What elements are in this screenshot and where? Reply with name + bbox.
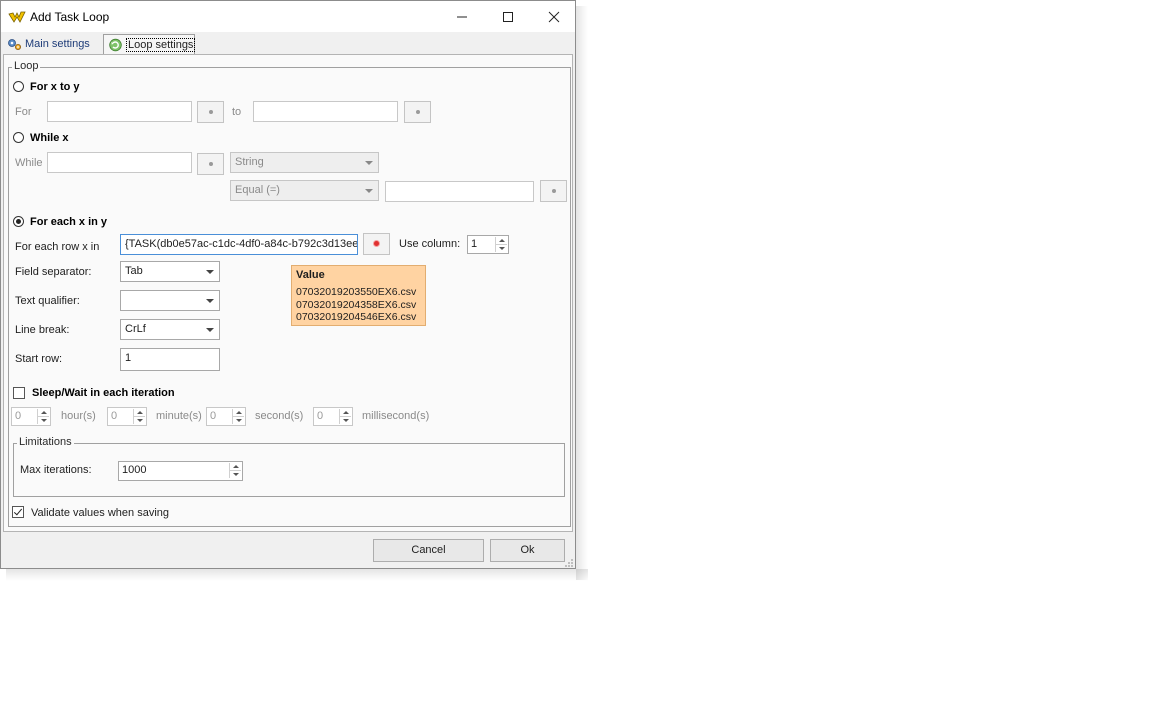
- sleep-label: Sleep/Wait in each iteration: [32, 387, 175, 399]
- line-break-select[interactable]: CrLf: [120, 319, 220, 340]
- while-label: While: [15, 157, 43, 169]
- hours-value: 0: [15, 410, 22, 422]
- text-qualifier-label: Text qualifier:: [15, 295, 80, 307]
- while-input[interactable]: [47, 152, 192, 173]
- value-preview-header: Value: [296, 269, 325, 281]
- cancel-button[interactable]: Cancel: [373, 539, 484, 562]
- for-each-radio[interactable]: [13, 216, 24, 227]
- milliseconds-value: 0: [317, 410, 324, 422]
- while-operator-select[interactable]: Equal (=): [230, 180, 379, 201]
- maximize-button[interactable]: [485, 1, 531, 32]
- value-preview-row: 07032019204358EX6.csv: [296, 299, 417, 311]
- hours-stepper[interactable]: 0: [11, 407, 51, 426]
- resize-grip-icon[interactable]: [564, 558, 574, 568]
- while-type-value: String: [235, 156, 264, 168]
- stepper-arrows-icon[interactable]: [232, 409, 244, 424]
- window-title: Add Task Loop: [30, 10, 110, 24]
- for-each-label: For each x in y: [30, 216, 108, 228]
- seconds-value: 0: [210, 410, 217, 422]
- while-x-label: While x: [30, 132, 69, 144]
- for-x-to-y-radio[interactable]: [13, 81, 24, 92]
- app-logo-icon: [8, 11, 26, 23]
- for-variable-button[interactable]: [197, 101, 224, 123]
- minutes-value: 0: [111, 410, 118, 422]
- chevron-down-icon: [365, 189, 373, 193]
- to-label: to: [232, 106, 242, 118]
- minimize-button[interactable]: [439, 1, 485, 32]
- ok-button[interactable]: Ok: [490, 539, 565, 562]
- while-x-radio[interactable]: [13, 132, 24, 143]
- while-compare-input[interactable]: [385, 181, 534, 202]
- validate-label: Validate values when saving: [31, 507, 169, 519]
- window-shadow-bottom: [6, 569, 588, 581]
- chevron-down-icon: [206, 299, 214, 303]
- chevron-down-icon: [365, 161, 373, 165]
- validate-checkbox[interactable]: [12, 506, 24, 518]
- field-separator-select[interactable]: Tab: [120, 261, 220, 282]
- gear-settings-icon: [8, 39, 21, 50]
- milliseconds-label: millisecond(s): [362, 410, 430, 422]
- seconds-label: second(s): [255, 410, 304, 422]
- stepper-arrows-icon[interactable]: [37, 409, 49, 424]
- text-qualifier-select[interactable]: [120, 290, 220, 311]
- while-compare-variable-button[interactable]: [540, 180, 567, 202]
- for-each-variable-button[interactable]: [363, 233, 390, 255]
- while-operator-value: Equal (=): [235, 184, 280, 196]
- loop-icon: [109, 38, 122, 52]
- tab-strip: Main settings Loop settings: [1, 32, 575, 55]
- maximize-icon: [503, 12, 513, 22]
- seconds-stepper[interactable]: 0: [206, 407, 246, 426]
- to-input[interactable]: [253, 101, 398, 122]
- max-iterations-label: Max iterations:: [20, 464, 92, 476]
- window-shadow-right: [576, 6, 588, 580]
- value-preview-row: 07032019204546EX6.csv: [296, 311, 417, 323]
- use-column-stepper[interactable]: 1: [467, 235, 509, 254]
- use-column-label: Use column:: [399, 238, 461, 250]
- hours-label: hour(s): [61, 410, 96, 422]
- line-break-label: Line break:: [15, 324, 70, 336]
- sleep-checkbox[interactable]: [13, 387, 25, 399]
- to-variable-button[interactable]: [404, 101, 431, 123]
- chevron-down-icon: [206, 328, 214, 332]
- while-variable-button[interactable]: [197, 153, 224, 175]
- limitations-groupbox: [13, 443, 565, 497]
- loop-group-legend: Loop: [12, 60, 41, 72]
- stepper-arrows-icon[interactable]: [495, 237, 507, 252]
- milliseconds-stepper[interactable]: 0: [313, 407, 353, 426]
- max-iterations-value: 1000: [122, 464, 147, 476]
- for-label: For: [15, 106, 32, 118]
- dialog-window: Add Task Loop Main settings Loop setting…: [0, 0, 576, 569]
- value-preview-box: Value 07032019203550EX6.csv 070320192043…: [291, 265, 426, 326]
- stepper-arrows-icon[interactable]: [339, 409, 351, 424]
- start-row-input[interactable]: 1: [120, 348, 220, 371]
- for-each-row-label: For each row x in: [15, 241, 100, 253]
- chevron-down-icon: [206, 270, 214, 274]
- limitations-legend: Limitations: [17, 436, 74, 448]
- stepper-arrows-icon[interactable]: [133, 409, 145, 424]
- tab-loop-settings-label: Loop settings: [126, 38, 196, 52]
- field-separator-value: Tab: [125, 265, 143, 277]
- close-button[interactable]: [531, 1, 577, 32]
- minutes-label: minute(s): [156, 410, 202, 422]
- tab-loop-settings[interactable]: Loop settings: [103, 34, 196, 54]
- line-break-value: CrLf: [125, 323, 146, 335]
- value-preview-row: 07032019203550EX6.csv: [296, 286, 417, 298]
- minutes-stepper[interactable]: 0: [107, 407, 147, 426]
- tab-main-settings-label: Main settings: [25, 38, 90, 50]
- for-input[interactable]: [47, 101, 192, 122]
- start-row-label: Start row:: [15, 353, 63, 365]
- for-each-row-input[interactable]: {TASK(db0e57ac-c1dc-4df0-a84c-b792c3d13e…: [120, 234, 358, 255]
- use-column-value: 1: [471, 238, 478, 250]
- max-iterations-stepper[interactable]: 1000: [118, 461, 243, 481]
- field-separator-label: Field separator:: [15, 266, 92, 278]
- tab-main-settings[interactable]: Main settings: [3, 34, 99, 54]
- minimize-icon: [457, 16, 467, 18]
- for-x-to-y-label: For x to y: [30, 81, 80, 93]
- stepper-arrows-icon[interactable]: [229, 463, 241, 478]
- close-icon: [548, 11, 560, 23]
- while-type-select[interactable]: String: [230, 152, 379, 173]
- title-bar[interactable]: Add Task Loop: [1, 1, 575, 32]
